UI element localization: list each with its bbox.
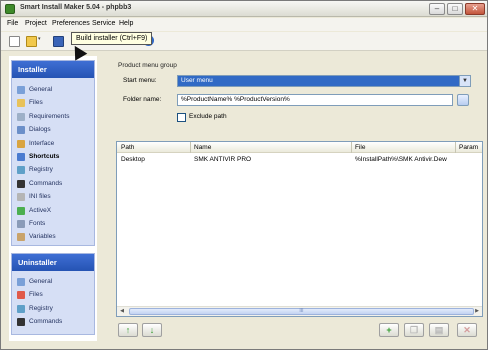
move-up-button[interactable]: ↑ <box>118 323 138 337</box>
general-icon <box>17 86 25 94</box>
app-icon <box>5 4 15 14</box>
sidebar-item-variables[interactable]: Variables <box>12 230 94 243</box>
menu-project[interactable]: Project <box>25 20 47 27</box>
group-label: Product menu group <box>118 62 177 69</box>
dialogs-icon <box>17 126 25 135</box>
sidebar-item-interface[interactable]: Interface <box>12 137 94 150</box>
table-header: Path Name File Param <box>117 142 482 153</box>
sidebar-item-dialogs[interactable]: Dialogs <box>12 123 94 136</box>
menu-service[interactable]: Service <box>92 20 115 27</box>
column-header-param[interactable]: Param <box>459 144 478 151</box>
folder-name-label: Folder name: <box>123 96 162 103</box>
sidebar-item-requirements[interactable]: Requirements <box>12 110 94 123</box>
registry-icon <box>17 304 25 313</box>
column-header-path[interactable]: Path <box>121 144 134 151</box>
column-header-file[interactable]: File <box>355 144 365 151</box>
sidebar-item-general[interactable]: General <box>12 83 94 96</box>
sidebar-item-files[interactable]: Files <box>12 96 94 109</box>
cell-name: SMK ANTIVIR PRO <box>194 156 252 163</box>
uninstaller-item-files[interactable]: Files <box>12 288 94 301</box>
menu-help[interactable]: Help <box>119 20 133 27</box>
start-menu-label: Start menu: <box>123 77 157 84</box>
scroll-left-icon[interactable]: ◀ <box>117 307 127 316</box>
add-shortcut-button[interactable]: + <box>379 323 399 337</box>
column-divider[interactable] <box>351 142 352 153</box>
start-menu-select[interactable]: User menu ▼ <box>177 75 471 87</box>
menu-preferences[interactable]: Preferences <box>52 20 90 27</box>
menu-file[interactable]: File <box>7 20 18 27</box>
sidebar-item-fonts[interactable]: Fonts <box>12 217 94 230</box>
shortcuts-table: Path Name File Param Desktop SMK ANTIVIR… <box>116 141 483 317</box>
variables-icon <box>17 233 25 242</box>
build-tooltip: Build installer (Ctrl+F9) <box>71 32 153 45</box>
files-icon <box>17 291 25 300</box>
files-icon <box>17 99 25 108</box>
close-button[interactable]: ✕ <box>465 3 485 15</box>
general-icon <box>17 278 25 286</box>
edit-button[interactable]: ▤ <box>429 323 449 337</box>
sidebar-item-shortcuts[interactable]: Shortcuts <box>12 150 94 163</box>
move-down-button[interactable]: ↓ <box>142 323 162 337</box>
interface-icon <box>17 139 25 148</box>
main-window: Smart Install Maker 5.04 - phpbb3 – □ ✕ … <box>0 0 488 350</box>
delete-button[interactable]: ✕ <box>457 323 477 337</box>
menu-bar: File Project Preferences Service Help <box>1 18 487 31</box>
uninstaller-item-registry[interactable]: Registry <box>12 302 94 315</box>
browse-folder-icon[interactable] <box>457 94 469 106</box>
save-icon[interactable] <box>53 36 64 47</box>
column-divider[interactable] <box>455 142 456 153</box>
uninstaller-item-general[interactable]: General <box>12 275 94 288</box>
ini-files-icon <box>17 193 25 202</box>
duplicate-button[interactable]: ❐ <box>404 323 424 337</box>
start-menu-value: User menu <box>181 77 213 84</box>
cell-path: Desktop <box>121 156 145 163</box>
commands-icon <box>17 318 25 327</box>
folder-name-input[interactable]: %ProductName% %ProductVersion% <box>177 94 453 106</box>
fonts-icon <box>17 219 25 228</box>
sidebar-item-registry[interactable]: Registry <box>12 163 94 176</box>
uninstaller-item-commands[interactable]: Commands <box>12 315 94 328</box>
title-bar: Smart Install Maker 5.04 - phpbb3 – □ ✕ <box>1 1 487 17</box>
open-dropdown-icon[interactable]: ▾ <box>38 36 44 47</box>
sidebar: Installer General Files Requirements Dia… <box>9 56 97 341</box>
new-file-icon[interactable] <box>9 36 20 47</box>
installer-panel-header[interactable]: Installer <box>12 61 94 78</box>
sidebar-item-ini-files[interactable]: INI files <box>12 190 94 203</box>
window-title: Smart Install Maker 5.04 - phpbb3 <box>20 4 132 11</box>
scroll-thumb[interactable]: III <box>129 308 474 315</box>
cell-file: %InstallPath%\SMK Antivir.Dew <box>355 156 447 163</box>
column-header-name[interactable]: Name <box>194 144 211 151</box>
uninstaller-panel-header[interactable]: Uninstaller <box>12 254 94 271</box>
horizontal-scrollbar[interactable]: ◀ III ▶ <box>117 306 482 316</box>
scroll-right-icon[interactable]: ▶ <box>472 307 482 316</box>
sidebar-item-activex[interactable]: ActiveX <box>12 204 94 217</box>
requirements-icon <box>17 112 25 121</box>
registry-icon <box>17 166 25 175</box>
uninstaller-panel: Uninstaller General Files Registry Comma… <box>11 253 95 335</box>
column-divider[interactable] <box>190 142 191 153</box>
minimize-button[interactable]: – <box>429 3 445 15</box>
exclude-path-label: Exclude path <box>189 113 227 120</box>
exclude-path-checkbox[interactable] <box>177 113 186 122</box>
commands-icon <box>17 179 25 188</box>
open-folder-icon[interactable] <box>26 36 37 47</box>
sidebar-item-commands[interactable]: Commands <box>12 177 94 190</box>
activex-icon <box>17 206 25 215</box>
maximize-button[interactable]: □ <box>447 3 463 15</box>
installer-panel: Installer General Files Requirements Dia… <box>11 60 95 246</box>
shortcuts-icon <box>17 152 25 161</box>
chevron-down-icon[interactable]: ▼ <box>459 76 470 86</box>
